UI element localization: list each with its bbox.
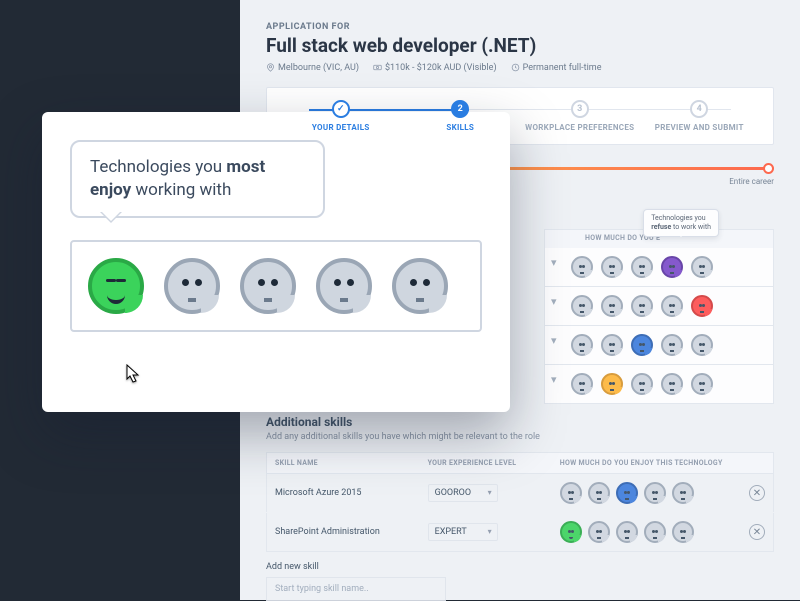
step-skills[interactable]: 2 SKILLS [401, 100, 521, 132]
face-grey[interactable] [601, 334, 623, 356]
remove-skill-button[interactable]: ✕ [749, 485, 765, 501]
step-workplace-preferences[interactable]: 3 WORKPLACE PREFERENCES [520, 100, 640, 132]
face-grey[interactable] [588, 521, 610, 543]
face-grey[interactable] [644, 521, 666, 543]
slider-knob[interactable] [763, 163, 774, 174]
enjoy-faces [560, 482, 733, 504]
face-grey[interactable] [631, 373, 653, 395]
enjoy-face-row [70, 240, 482, 332]
face-green[interactable] [560, 521, 582, 543]
face-grey[interactable] [661, 295, 683, 317]
face-grey[interactable] [691, 373, 713, 395]
additional-skills-table: SKILL NAME YOUR EXPERIENCE LEVEL HOW MUC… [266, 452, 774, 552]
chevron-down-icon[interactable]: ▾ [551, 256, 563, 278]
additional-skills-title: Additional skills [266, 415, 774, 429]
chevron-down-icon[interactable]: ▾ [551, 334, 563, 356]
cursor-icon [124, 364, 140, 384]
step-preview-submit[interactable]: 4 PREVIEW AND SUBMIT [640, 100, 760, 132]
face-grey[interactable] [571, 295, 593, 317]
enjoy-faces [560, 521, 733, 543]
skill-name-cell: SharePoint Administration [267, 513, 420, 552]
face-grey[interactable] [661, 334, 683, 356]
clock-icon [511, 63, 520, 72]
face-blue[interactable] [631, 334, 653, 356]
enjoy-row: ▾ [544, 365, 774, 404]
face-grey[interactable] [571, 256, 593, 278]
face-red[interactable] [691, 295, 713, 317]
face-grey[interactable] [560, 482, 582, 504]
face-grey[interactable] [672, 521, 694, 543]
face-blue[interactable] [616, 482, 638, 504]
face-neutral-4[interactable] [316, 258, 372, 314]
location-meta: Melbourne (VIC, AU) [266, 63, 359, 73]
col-experience-level: YOUR EXPERIENCE LEVEL [420, 453, 552, 474]
face-grey[interactable] [631, 256, 653, 278]
face-grey[interactable] [631, 295, 653, 317]
table-row: SharePoint Administration EXPERT ✕ [267, 513, 774, 552]
enjoy-row: ▾ [544, 287, 774, 326]
face-grey[interactable] [601, 256, 623, 278]
face-grey[interactable] [588, 482, 610, 504]
stepper: ✓ YOUR DETAILS 2 SKILLS 3 WORKPLACE PREF… [281, 100, 759, 132]
face-grey[interactable] [571, 373, 593, 395]
face-grey[interactable] [616, 521, 638, 543]
money-icon [373, 63, 382, 72]
col-enjoy: HOW MUCH DO YOU ENJOY THIS TECHNOLOGY [552, 453, 774, 474]
face-orange[interactable] [601, 373, 623, 395]
face-neutral-5[interactable] [392, 258, 448, 314]
chevron-down-icon[interactable]: ▾ [551, 295, 563, 317]
face-grey[interactable] [672, 482, 694, 504]
face-grey[interactable] [691, 256, 713, 278]
remove-skill-button[interactable]: ✕ [749, 524, 765, 540]
skill-name-cell: Microsoft Azure 2015 [267, 474, 420, 513]
enjoy-popover: Technologies you most enjoy working with [42, 112, 510, 412]
face-purple[interactable] [661, 256, 683, 278]
pin-icon [266, 63, 275, 72]
add-new-skill-label: Add new skill [266, 562, 774, 572]
face-grey[interactable] [691, 334, 713, 356]
job-meta: Melbourne (VIC, AU) $110k - $120k AUD (V… [266, 63, 774, 73]
face-most-enjoy[interactable] [88, 258, 144, 314]
face-neutral-2[interactable] [164, 258, 220, 314]
additional-skills-subtitle: Add any additional skills you have which… [266, 432, 774, 442]
enjoy-row: ▾ [544, 326, 774, 365]
table-row: Microsoft Azure 2015 GOOROO ✕ [267, 474, 774, 513]
face-grey[interactable] [571, 334, 593, 356]
chevron-down-icon[interactable]: ▾ [551, 373, 563, 395]
application-for-label: APPLICATION FOR [266, 22, 774, 32]
type-meta: Permanent full-time [511, 63, 602, 73]
speech-bubble: Technologies you most enjoy working with [70, 140, 325, 218]
col-skill-name: SKILL NAME [267, 453, 420, 474]
experience-level-select[interactable]: GOOROO [428, 484, 498, 502]
enjoy-row: ▾ [544, 248, 774, 287]
face-neutral-3[interactable] [240, 258, 296, 314]
add-skill-input[interactable]: Start typing skill name.. [266, 577, 446, 601]
face-grey[interactable] [644, 482, 666, 504]
face-grey[interactable] [601, 295, 623, 317]
slider-max-label: Entire career [729, 177, 774, 186]
salary-meta: $110k - $120k AUD (Visible) [373, 63, 497, 73]
face-grey[interactable] [661, 373, 683, 395]
experience-level-select[interactable]: EXPERT [428, 523, 498, 541]
job-title: Full stack web developer (.NET) [266, 34, 774, 57]
step-your-details[interactable]: ✓ YOUR DETAILS [281, 100, 401, 132]
refuse-tooltip: Technologies you refuse to work with [643, 209, 719, 237]
